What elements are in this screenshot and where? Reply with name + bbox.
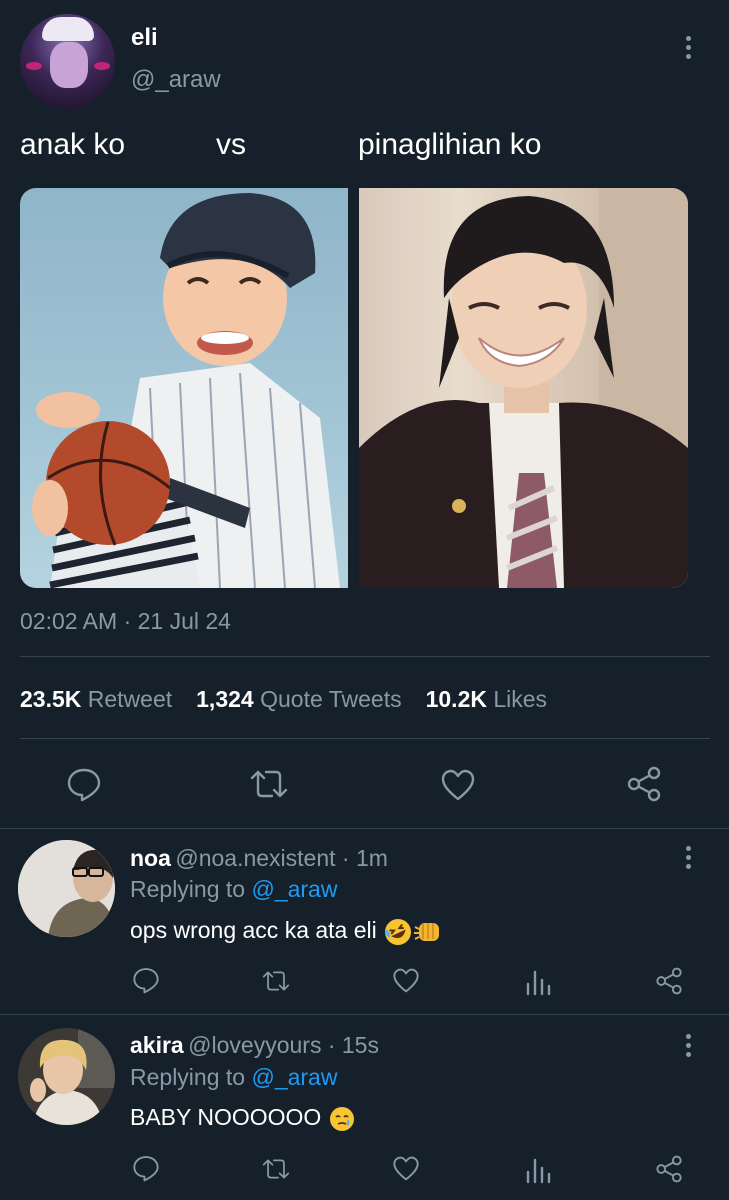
- divider: [20, 656, 710, 657]
- author-handle[interactable]: @_araw: [131, 66, 221, 94]
- reply-icon[interactable]: [66, 766, 102, 802]
- mention-link[interactable]: @_araw: [251, 876, 337, 902]
- divider: [0, 828, 729, 829]
- tweet-text-right: pinaglihian ko: [358, 128, 542, 161]
- holding-back-tears-emoji: [329, 1106, 354, 1131]
- reply-header: noa @noa.nexistent · 1m: [130, 845, 388, 872]
- reply-name[interactable]: noa: [130, 845, 171, 871]
- divider: [20, 738, 710, 739]
- reply-icon[interactable]: [132, 1154, 160, 1182]
- like-icon[interactable]: [440, 768, 476, 802]
- reply-meta[interactable]: @noa.nexistent · 1m: [175, 845, 388, 871]
- retweet-icon[interactable]: [260, 1156, 292, 1182]
- like-icon[interactable]: [392, 1155, 420, 1182]
- replying-to: Replying to @_araw: [130, 876, 338, 902]
- tweet-photo-child[interactable]: [20, 188, 348, 588]
- mention-link[interactable]: @_araw: [251, 1064, 337, 1090]
- more-options-icon[interactable]: [684, 36, 692, 59]
- analytics-icon[interactable]: [525, 1156, 551, 1184]
- rofl-emoji: [385, 919, 412, 945]
- reply-meta[interactable]: @loveyyours · 15s: [188, 1032, 379, 1058]
- divider: [0, 1014, 729, 1015]
- author-avatar[interactable]: [20, 14, 115, 109]
- retweet-stat[interactable]: 23.5K Retweet: [20, 686, 172, 713]
- fist-bump-emoji: [414, 923, 440, 941]
- reply-icon[interactable]: [132, 966, 160, 994]
- analytics-icon[interactable]: [525, 968, 551, 996]
- replying-to: Replying to @_araw: [130, 1064, 338, 1090]
- quote-stat[interactable]: 1,324 Quote Tweets: [196, 686, 401, 713]
- tweet-timestamp[interactable]: 02:02 AM · 21 Jul 24: [20, 608, 231, 635]
- tweet-text-vs: vs: [216, 128, 246, 161]
- author-name[interactable]: eli: [131, 24, 158, 52]
- reply-text: BABY NOOOOOO: [130, 1104, 356, 1133]
- likes-stat[interactable]: 10.2K Likes: [426, 686, 547, 713]
- reply-more-options-icon[interactable]: [684, 846, 692, 869]
- reply-name[interactable]: akira: [130, 1032, 184, 1058]
- share-icon[interactable]: [626, 766, 662, 802]
- retweet-icon[interactable]: [260, 968, 292, 994]
- tweet-text-left: anak ko: [20, 128, 126, 161]
- share-icon[interactable]: [655, 1155, 683, 1183]
- share-icon[interactable]: [655, 967, 683, 995]
- reply-more-options-icon[interactable]: [684, 1034, 692, 1057]
- like-icon[interactable]: [392, 967, 420, 994]
- reply-text: ops wrong acc ka ata eli: [130, 917, 443, 947]
- reply-avatar-akira[interactable]: [18, 1028, 115, 1125]
- reply-avatar-noa[interactable]: [18, 840, 115, 937]
- retweet-icon[interactable]: [248, 766, 290, 802]
- reply-header: akira @loveyyours · 15s: [130, 1032, 379, 1059]
- tweet-photo-adult[interactable]: [359, 188, 688, 588]
- tweet-stats: 23.5K Retweet 1,324 Quote Tweets 10.2K L…: [20, 686, 547, 713]
